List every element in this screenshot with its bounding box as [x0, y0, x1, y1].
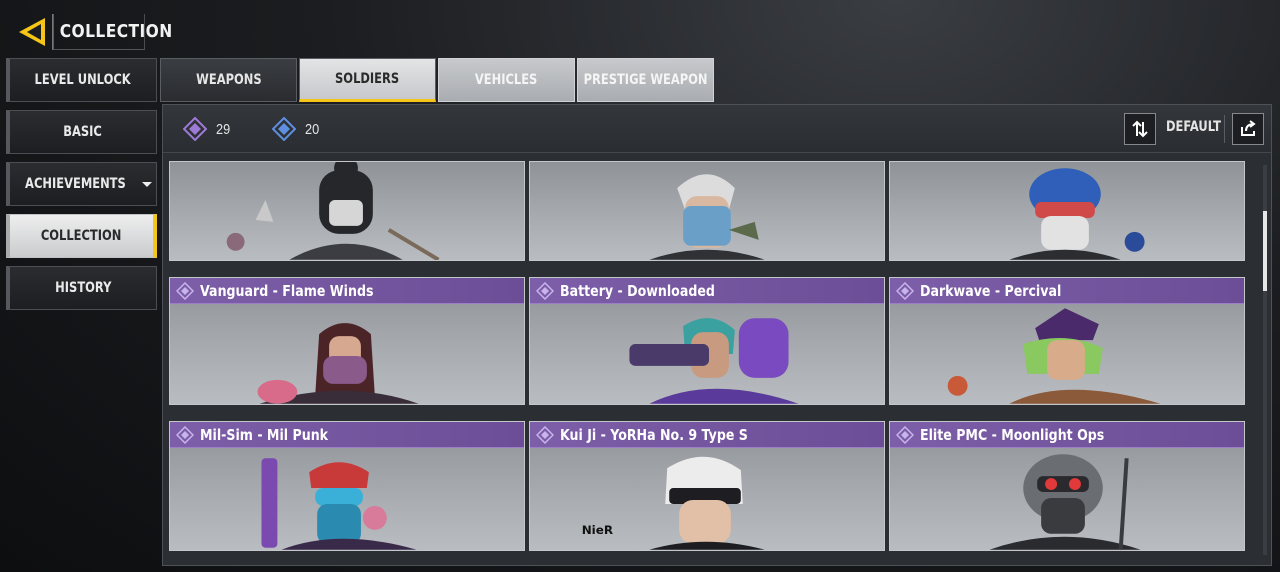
purple-diamond-icon [176, 281, 194, 300]
soldier-grid: Vanguard - Flame Winds Battery - Downloa… [169, 161, 1247, 563]
sidebar-item-collection[interactable]: COLLECTION [6, 214, 157, 258]
card-header: Kui Ji - YoRHa No. 9 Type S [530, 422, 884, 448]
sidebar-item-label: LEVEL UNLOCK [34, 72, 132, 88]
share-button[interactable] [1232, 113, 1264, 145]
chevron-down-icon [142, 181, 153, 187]
soldier-portrait: NieR [582, 456, 765, 550]
soldier-name: Vanguard - Flame Winds [200, 281, 374, 300]
tab-soldiers[interactable]: SOLDIERS [299, 58, 436, 102]
soldier-card-1[interactable] [169, 161, 525, 261]
blue-diamond-icon [272, 117, 296, 141]
sidebar-item-achievements[interactable]: ACHIEVEMENTS [6, 162, 157, 206]
sidebar-item-basic[interactable]: BASIC [6, 110, 157, 154]
back-button[interactable] [12, 14, 52, 50]
soldier-portrait [1009, 168, 1145, 260]
soldier-portrait [629, 318, 799, 404]
soldier-name: Elite PMC - Moonlight Ops [920, 425, 1105, 444]
soldier-portrait [257, 323, 419, 404]
soldier-card-6[interactable]: Darkwave - Percival [889, 277, 1245, 405]
card-header: Vanguard - Flame Winds [170, 278, 524, 304]
nier-logo: NieR [582, 523, 613, 537]
purple-diamond-icon [536, 281, 554, 300]
soldier-card-2[interactable] [529, 161, 885, 261]
sidebar-item-label: BASIC [63, 124, 103, 140]
tab-vehicles[interactable]: VEHICLES [438, 58, 575, 102]
page-title: COLLECTION [52, 14, 172, 50]
sort-arrows-icon [1132, 120, 1148, 138]
share-icon [1241, 120, 1256, 136]
soldier-portrait [261, 458, 417, 550]
soldier-portrait [947, 308, 1161, 404]
purple-diamond-icon [536, 425, 554, 444]
scrollbar-thumb[interactable] [1263, 211, 1267, 291]
filter-bar: 29 20 DEFAULT [163, 105, 1271, 153]
rare-count: 20 [272, 117, 322, 141]
rare-count-value: 20 [305, 120, 320, 138]
purple-diamond-icon [176, 425, 194, 444]
tab-weapons[interactable]: WEAPONS [160, 58, 297, 102]
soldier-name: Kui Ji - YoRHa No. 9 Type S [560, 425, 748, 444]
soldier-card-7[interactable]: Mil-Sim - Mil Punk [169, 421, 525, 551]
tab-label: VEHICLES [475, 72, 538, 88]
soldier-portrait [649, 174, 765, 260]
purple-diamond-icon [183, 117, 207, 141]
soldier-card-8[interactable]: Kui Ji - YoRHa No. 9 Type S NieR [529, 421, 885, 551]
soldier-name: Mil-Sim - Mil Punk [200, 425, 329, 444]
purple-diamond-icon [896, 281, 914, 300]
soldier-portrait [989, 454, 1141, 550]
epic-count: 29 [183, 117, 233, 141]
tab-label: WEAPONS [195, 72, 262, 88]
card-header: Darkwave - Percival [890, 278, 1244, 304]
back-chevron-icon [19, 18, 45, 46]
sidebar-item-level-unlock[interactable]: LEVEL UNLOCK [6, 58, 157, 102]
tab-label: SOLDIERS [335, 71, 400, 87]
collection-panel: 29 20 DEFAULT Vanguard - Flame Winds Bat… [162, 104, 1272, 566]
sort-button[interactable] [1124, 113, 1156, 145]
soldier-portrait [226, 162, 440, 260]
soldier-card-3[interactable] [889, 161, 1245, 261]
card-header: Elite PMC - Moonlight Ops [890, 422, 1244, 448]
sidebar-item-label: COLLECTION [41, 228, 122, 244]
sidebar-item-history[interactable]: HISTORY [6, 266, 157, 310]
tab-prestige-weapon[interactable]: PRESTIGE WEAPON [577, 58, 714, 102]
divider [1224, 115, 1225, 143]
soldier-card-9[interactable]: Elite PMC - Moonlight Ops [889, 421, 1245, 551]
soldier-name: Darkwave - Percival [920, 281, 1062, 300]
category-tabs: WEAPONS SOLDIERS VEHICLES PRESTIGE WEAPO… [160, 58, 716, 102]
card-header: Battery - Downloaded [530, 278, 884, 304]
soldier-name: Battery - Downloaded [560, 281, 715, 300]
epic-count-value: 29 [216, 120, 231, 138]
sidebar-item-label: HISTORY [54, 280, 112, 296]
purple-diamond-icon [896, 425, 914, 444]
sidebar: LEVEL UNLOCK BASIC ACHIEVEMENTS COLLECTI… [6, 58, 157, 318]
soldier-card-4[interactable]: Vanguard - Flame Winds [169, 277, 525, 405]
sidebar-item-label: ACHIEVEMENTS [24, 176, 126, 192]
soldier-card-5[interactable]: Battery - Downloaded [529, 277, 885, 405]
tab-label: PRESTIGE WEAPON [583, 72, 708, 88]
sort-label[interactable]: DEFAULT [1166, 119, 1221, 135]
card-header: Mil-Sim - Mil Punk [170, 422, 524, 448]
